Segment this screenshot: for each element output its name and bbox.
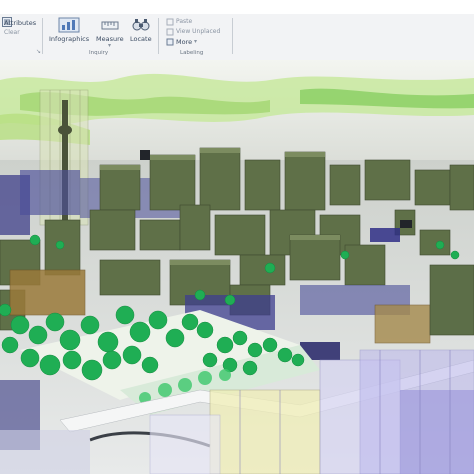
divider [232,18,233,54]
tall-building [429,264,474,336]
inquiry-group-label: Inquiry [89,50,109,56]
divider [42,18,43,54]
paste-icon[interactable] [166,18,174,26]
chevron-down-icon[interactable]: ▾ [108,42,111,49]
labeling-group-label: Labeling [180,50,204,56]
labeling-group: Paste View Unplaced More ▾ Labeling [160,14,240,58]
ribbon-tab-strip [0,0,474,14]
paste-button[interactable]: Paste [176,18,192,25]
infographics-icon[interactable] [58,17,80,33]
measure-icon[interactable] [101,17,119,33]
rooftop-structure [140,150,150,160]
attributes-button[interactable]: Attributes [4,19,36,27]
locate-icon[interactable] [132,17,150,33]
ribbon-toolbar: Attributes Clear Infographics Measure ▾ … [0,0,474,61]
group-launcher-icon[interactable]: ↘ [36,48,41,55]
more-button[interactable]: More [176,38,192,46]
clear-button[interactable]: Clear [4,29,20,36]
locate-button[interactable]: Locate [130,35,152,43]
chevron-down-icon[interactable]: ▾ [194,38,197,45]
view-unplaced-button[interactable]: View Unplaced [176,28,220,35]
scene-canvas[interactable] [0,60,474,474]
view-unplaced-icon[interactable] [166,28,174,36]
rooftop-structure [400,220,412,228]
3d-scene-view[interactable] [0,60,474,474]
infographics-button[interactable]: Infographics [49,35,89,43]
divider [158,18,159,54]
more-icon[interactable] [166,38,174,46]
